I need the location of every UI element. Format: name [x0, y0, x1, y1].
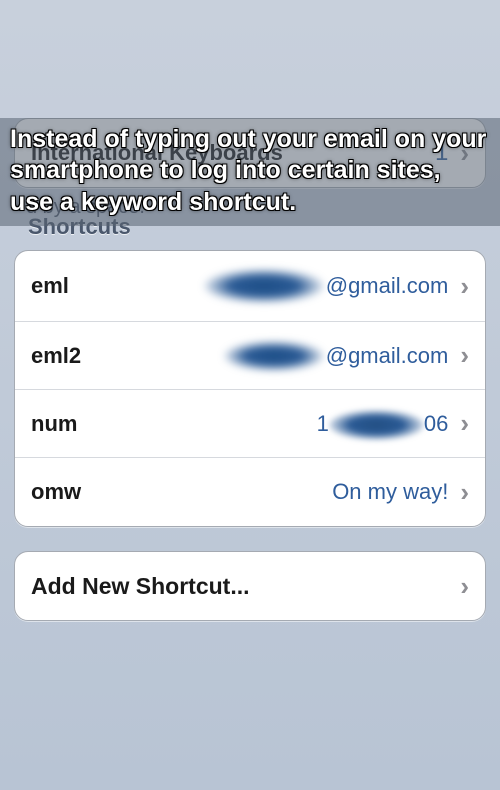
shortcut-suffix: @gmail.com: [326, 273, 449, 299]
redacted-blur: [224, 341, 324, 371]
add-shortcut-group: Add New Shortcut... ›: [14, 551, 486, 621]
chevron-right-icon: ›: [460, 571, 469, 602]
shortcut-row-eml[interactable]: eml @gmail.com ›: [15, 251, 485, 322]
chevron-right-icon: ›: [460, 408, 469, 439]
shortcuts-group: eml @gmail.com › eml2 @gmail.com › num 1…: [14, 250, 486, 527]
add-new-shortcut-row[interactable]: Add New Shortcut... ›: [15, 552, 485, 620]
shortcut-prefix: 1: [317, 411, 329, 437]
shortcut-row-num[interactable]: num 1 06 ›: [15, 390, 485, 458]
chevron-right-icon: ›: [460, 477, 469, 508]
shortcut-row-eml2[interactable]: eml2 @gmail.com ›: [15, 322, 485, 390]
overlay-tip-text: Instead of typing out your email on your…: [0, 118, 500, 226]
redacted-blur: [204, 269, 324, 303]
shortcut-value: @gmail.com: [224, 341, 449, 371]
redacted-blur: [329, 410, 424, 440]
shortcut-key: num: [31, 411, 77, 437]
add-new-shortcut-label: Add New Shortcut...: [31, 573, 250, 600]
shortcut-row-omw[interactable]: omw On my way! ›: [15, 458, 485, 526]
shortcut-value: 1 06: [317, 409, 449, 439]
shortcut-suffix: @gmail.com: [326, 343, 449, 369]
shortcut-key: omw: [31, 479, 81, 505]
shortcut-value: @gmail.com: [204, 269, 449, 303]
shortcut-value: On my way!: [332, 479, 448, 505]
shortcut-key: eml: [31, 273, 69, 299]
shortcut-key: eml2: [31, 343, 81, 369]
chevron-right-icon: ›: [460, 340, 469, 371]
shortcut-suffix: 06: [424, 411, 448, 437]
chevron-right-icon: ›: [460, 271, 469, 302]
